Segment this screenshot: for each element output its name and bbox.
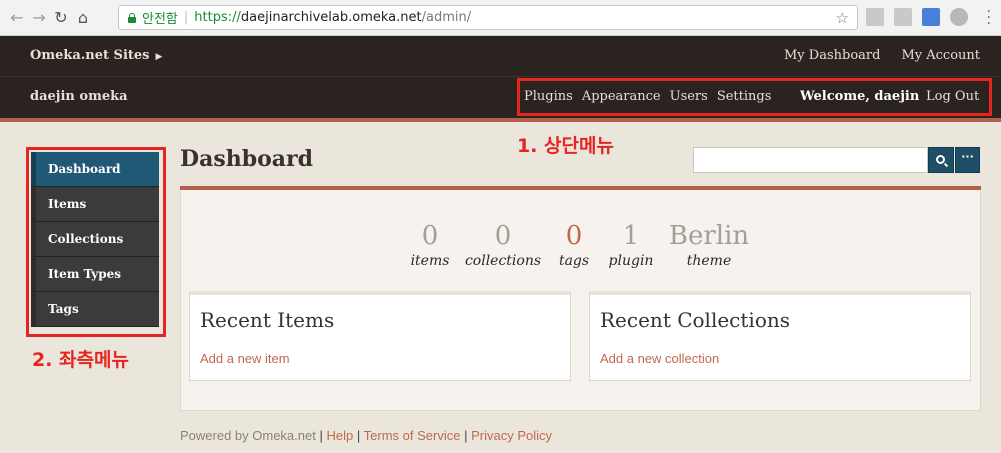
stat-value: 0 [565, 221, 583, 251]
stat-label: items [410, 253, 450, 269]
footer-separator: | [356, 428, 361, 443]
stat-tags[interactable]: 0 tags [554, 221, 594, 269]
global-header: Omeka.net Sites ▶ My Dashboard My Account [0, 36, 1001, 77]
recent-collections-heading: Recent Collections [600, 308, 790, 332]
footer-separator: | [319, 428, 323, 443]
extension-icons [866, 8, 968, 26]
home-icon[interactable]: ⌂ [72, 7, 94, 29]
document-extension-icon[interactable] [866, 8, 884, 26]
stat-value: Berlin [668, 221, 750, 251]
stat-label: tags [558, 253, 590, 269]
stat-theme[interactable]: Berlin theme [664, 221, 754, 269]
footer-separator: | [464, 428, 468, 443]
advanced-search-button[interactable]: ··· [955, 147, 980, 173]
chevron-right-icon: ▶ [155, 52, 163, 62]
sidebar-item-collections[interactable]: Collections [31, 222, 159, 257]
annotation-label-side: 2. 좌측메뉴 [32, 349, 129, 371]
search-icon [935, 154, 945, 164]
secure-label: 안전함 [142, 12, 178, 27]
search-input[interactable] [693, 147, 928, 173]
url-separator: | [183, 10, 189, 25]
browser-toolbar: ← → ↻ ⌂ 안전함 | https://daejinarchivelab.o… [0, 0, 1001, 36]
omeka-sites-link[interactable]: Omeka.net Sites ▶ [30, 48, 162, 63]
footer: Powered by Omeka.net | Help | Terms of S… [180, 428, 552, 443]
bookmark-star-icon[interactable]: ☆ [836, 9, 849, 27]
stat-value: 0 [421, 221, 439, 251]
omeka-sites-label: Omeka.net Sites [30, 48, 150, 63]
left-sidebar: Dashboard Items Collections Item Types T… [31, 152, 159, 327]
search-button[interactable] [928, 147, 954, 173]
stat-collections[interactable]: 0 collections [462, 221, 544, 269]
powered-by-text: Powered by Omeka.net [180, 428, 316, 443]
add-collection-link[interactable]: Add a new collection [600, 351, 719, 366]
annotation-box-top-menu [517, 78, 992, 116]
url-path: /admin/ [421, 10, 472, 25]
sidebar-item-items[interactable]: Items [31, 187, 159, 222]
recent-collections-card: Recent Collections Add a new collection [589, 291, 971, 381]
recent-items-heading: Recent Items [200, 308, 335, 332]
lock-icon [127, 12, 137, 23]
my-account-link[interactable]: My Account [901, 48, 980, 63]
sidebar-item-tags[interactable]: Tags [31, 292, 159, 327]
annotation-label-top: 1. 상단메뉴 [517, 135, 614, 157]
reload-icon[interactable]: ↻ [50, 7, 72, 29]
stat-items[interactable]: 0 items [409, 221, 451, 269]
address-bar[interactable]: 안전함 | https://daejinarchivelab.omeka.net… [118, 5, 858, 30]
stat-label: plugin [608, 253, 654, 269]
translate-extension-icon[interactable] [922, 8, 940, 26]
sidebar-item-dashboard[interactable]: Dashboard [31, 152, 159, 187]
recent-items-card: Recent Items Add a new item [189, 291, 571, 381]
page-title: Dashboard [180, 146, 313, 172]
help-link[interactable]: Help [327, 428, 354, 443]
back-arrow-icon[interactable]: ← [6, 7, 28, 29]
stat-plugin[interactable]: 1 plugin [605, 221, 657, 269]
terms-link[interactable]: Terms of Service [364, 428, 461, 443]
browser-menu-icon[interactable]: · · · [987, 5, 991, 31]
url-host: daejinarchivelab.omeka.net [240, 10, 422, 25]
add-item-link[interactable]: Add a new item [200, 351, 290, 366]
site-name-link[interactable]: daejin omeka [30, 89, 128, 104]
stat-label: theme [686, 253, 732, 269]
screenshot-extension-icon[interactable] [894, 8, 912, 26]
drive-extension-icon[interactable] [950, 8, 968, 26]
my-dashboard-link[interactable]: My Dashboard [784, 48, 880, 63]
privacy-link[interactable]: Privacy Policy [471, 428, 552, 443]
stat-value: 0 [494, 221, 512, 251]
url-scheme: https:// [194, 10, 241, 25]
forward-arrow-icon[interactable]: → [28, 7, 50, 29]
stat-label: collections [464, 253, 542, 269]
header-accent-line [0, 118, 1001, 122]
stat-value: 1 [622, 221, 640, 251]
sidebar-item-item-types[interactable]: Item Types [31, 257, 159, 292]
account-links: My Dashboard My Account [784, 48, 980, 63]
